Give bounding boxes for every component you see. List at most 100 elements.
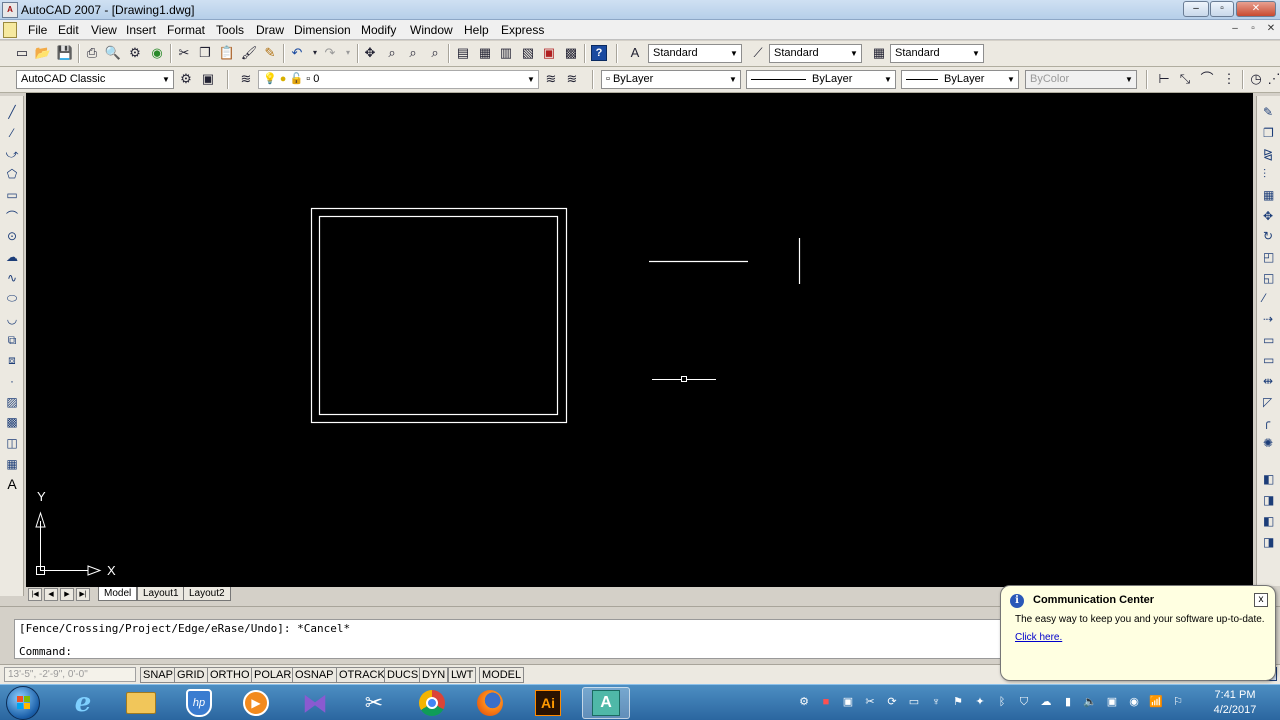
ellipse-arc-icon[interactable]: ◡: [4, 311, 20, 327]
rotate-icon[interactable]: ↻: [1263, 228, 1280, 244]
draw-order-above-icon[interactable]: ◧: [1263, 513, 1280, 529]
save-icon[interactable]: 💾: [57, 45, 73, 61]
rectangle-icon[interactable]: ▭: [4, 187, 20, 203]
tray-monitor-icon[interactable]: ▭: [907, 695, 921, 709]
menu-express[interactable]: Express: [501, 23, 544, 37]
tray-display-icon[interactable]: ▣: [841, 695, 855, 709]
lwt-button[interactable]: LWT: [448, 667, 477, 683]
outer-rectangle[interactable]: [310, 207, 568, 424]
balloon-link[interactable]: Click here.: [1015, 632, 1062, 643]
dimension-style-icon[interactable]: ⟋: [750, 45, 766, 61]
command-text-area[interactable]: [Fence/Crossing/Project/Edge/eRase/Undo]…: [14, 619, 1014, 659]
start-button[interactable]: [6, 686, 40, 720]
otrack-button[interactable]: OTRACK: [336, 667, 388, 683]
last-tab-button[interactable]: ▶|: [76, 588, 90, 601]
minimize-button[interactable]: –: [1183, 1, 1209, 17]
tray-window-icon[interactable]: ▣: [1105, 695, 1119, 709]
revision-cloud-icon[interactable]: ☁: [4, 249, 20, 265]
copy-clipboard-icon[interactable]: ❐: [197, 45, 213, 61]
arc-length-icon[interactable]: ⌒: [1199, 71, 1215, 87]
file-explorer-icon[interactable]: [117, 687, 165, 719]
spline-icon[interactable]: ∿: [4, 270, 20, 286]
tray-network-tools-icon[interactable]: ⚙: [797, 695, 811, 709]
media-player-icon[interactable]: ▶: [232, 687, 280, 719]
linetype-control-select[interactable]: ByLayer ▼: [746, 70, 896, 89]
zoom-previous-icon[interactable]: ⌕: [427, 45, 443, 61]
menu-window[interactable]: Window: [410, 23, 453, 37]
dimension-style-select[interactable]: Standard ▼: [769, 44, 862, 63]
arc-icon[interactable]: ⌒: [4, 208, 20, 224]
break-at-point-icon[interactable]: ▭: [1263, 332, 1280, 348]
autocad-icon[interactable]: A: [582, 687, 630, 719]
paste-icon[interactable]: 📋: [219, 45, 235, 61]
plot-icon[interactable]: ⎙: [84, 45, 100, 61]
plot-preview-icon[interactable]: 🔍: [105, 45, 121, 61]
3d-dwf-icon[interactable]: ◉: [149, 45, 165, 61]
menu-format[interactable]: Format: [167, 23, 205, 37]
tool-palettes-icon[interactable]: ▥: [498, 45, 514, 61]
illustrator-icon[interactable]: Ai: [524, 687, 572, 719]
extend-icon[interactable]: ⇢: [1263, 311, 1280, 327]
undo-icon[interactable]: ↶: [289, 45, 305, 61]
save-workspace-icon[interactable]: ▣: [200, 71, 216, 87]
menu-help[interactable]: Help: [464, 23, 489, 37]
tray-cloud-icon[interactable]: ☁: [1039, 695, 1053, 709]
pan-realtime-icon[interactable]: ✥: [362, 45, 378, 61]
layer-properties-icon[interactable]: ≋: [238, 71, 254, 87]
open-icon[interactable]: 📂: [35, 45, 51, 61]
previous-tab-button[interactable]: ◀: [44, 588, 58, 601]
chrome-icon[interactable]: [408, 687, 456, 719]
draw-order-back-icon[interactable]: ◨: [1263, 492, 1280, 508]
undo-dropdown-icon[interactable]: ▾: [307, 45, 323, 61]
tab-model[interactable]: Model: [98, 587, 138, 601]
model-button[interactable]: MODEL: [479, 667, 525, 683]
linear-dimension-icon[interactable]: ⊢: [1156, 71, 1172, 87]
inner-rectangle[interactable]: [318, 215, 559, 416]
command-prompt[interactable]: Command:: [19, 645, 72, 658]
mdi-restore-button[interactable]: ▫: [1244, 23, 1262, 37]
new-icon[interactable]: ▭: [14, 45, 30, 61]
draw-order-front-icon[interactable]: ◧: [1263, 471, 1280, 487]
multiline-text-icon[interactable]: A: [4, 476, 20, 492]
region-icon[interactable]: ◫: [4, 435, 20, 451]
mdi-minimize-button[interactable]: –: [1226, 23, 1244, 37]
zoom-window-icon[interactable]: ⌕: [405, 45, 421, 61]
text-style-icon[interactable]: A: [627, 45, 643, 61]
gradient-icon[interactable]: ▩: [4, 414, 20, 430]
menu-view[interactable]: View: [91, 23, 117, 37]
menu-file[interactable]: File: [28, 23, 47, 37]
make-block-icon[interactable]: ⧈: [4, 352, 20, 368]
draw-order-below-icon[interactable]: ◨: [1263, 534, 1280, 550]
tray-app-icon[interactable]: ✦: [973, 695, 987, 709]
stretch-icon[interactable]: ◱: [1263, 270, 1280, 286]
menu-dimension[interactable]: Dimension: [294, 23, 351, 37]
block-editor-icon[interactable]: ✎: [262, 45, 278, 61]
redo-dropdown-icon[interactable]: ▾: [340, 45, 356, 61]
menu-edit[interactable]: Edit: [58, 23, 79, 37]
taskbar-clock[interactable]: 7:41 PM 4/2/2017: [1205, 688, 1265, 718]
design-center-icon[interactable]: ▦: [477, 45, 493, 61]
firefox-icon[interactable]: [466, 687, 514, 719]
grid-button[interactable]: GRID: [174, 667, 208, 683]
osnap-button[interactable]: OSNAP: [292, 667, 337, 683]
menu-tools[interactable]: Tools: [216, 23, 244, 37]
first-tab-button[interactable]: |◀: [28, 588, 42, 601]
scale-icon[interactable]: ◰: [1263, 249, 1280, 265]
markup-set-manager-icon[interactable]: ▣: [541, 45, 557, 61]
workspace-select[interactable]: AutoCAD Classic ▼: [16, 70, 174, 89]
line-icon[interactable]: ╱: [4, 104, 20, 120]
help-icon[interactable]: ?: [591, 45, 607, 61]
redo-icon[interactable]: ↷: [322, 45, 338, 61]
ducs-button[interactable]: DUCS: [384, 667, 422, 683]
hp-support-icon[interactable]: hp: [175, 687, 223, 719]
tray-bluetooth-icon[interactable]: ᛒ: [995, 695, 1009, 709]
polyline-icon[interactable]: ⤻: [4, 146, 20, 162]
properties-icon[interactable]: ▤: [455, 45, 471, 61]
trim-icon[interactable]: ⁄: [1263, 290, 1280, 306]
aligned-dimension-icon[interactable]: ⤡: [1177, 71, 1193, 87]
balloon-close-button[interactable]: x: [1254, 593, 1268, 607]
layer-select[interactable]: 💡 ● 🔓 ▫ 0 ▼: [258, 70, 539, 89]
circle-icon[interactable]: ⊙: [4, 228, 20, 244]
tray-app2-icon[interactable]: ◉: [1127, 695, 1141, 709]
polar-button[interactable]: POLAR: [251, 667, 295, 683]
